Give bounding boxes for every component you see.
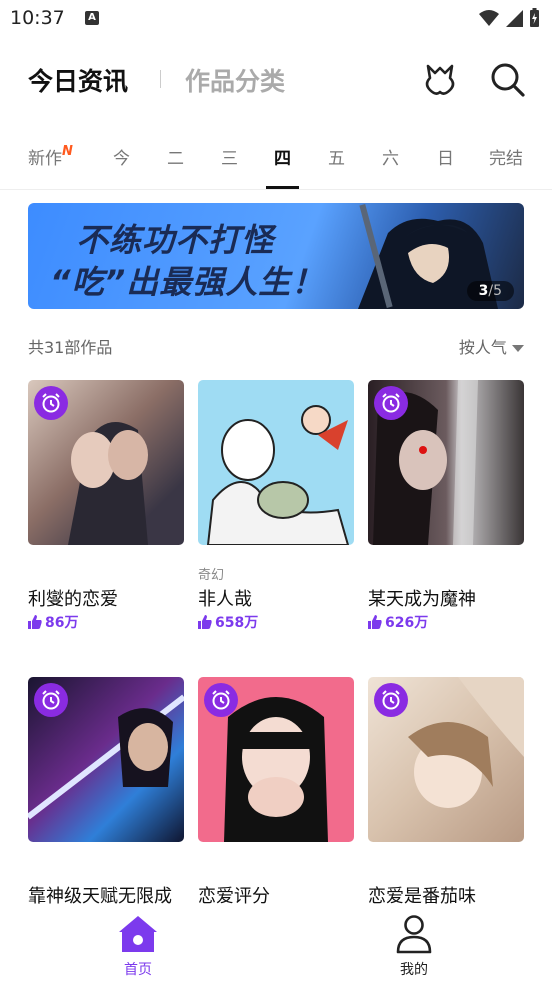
day-tabs: 新作N 今 二 三 四 五 六 日 完结 xyxy=(0,124,552,190)
status-bar: 10:37 A xyxy=(0,0,552,36)
tab-day-active[interactable]: 四 xyxy=(274,144,291,169)
banner-total: 5 xyxy=(493,283,502,299)
badge-icon[interactable] xyxy=(420,60,460,100)
comic-title: 非人哉 xyxy=(198,589,252,610)
comic-card[interactable]: 恋爱评分 xyxy=(198,677,354,907)
comic-cover[interactable] xyxy=(28,380,184,545)
sort-label: 按人气 xyxy=(458,338,507,357)
comic-cover[interactable] xyxy=(368,380,524,545)
banner-headline-2: “吃”出最强人生！ xyxy=(50,263,325,301)
caret-down-icon xyxy=(512,344,524,352)
tab-divider xyxy=(160,70,161,88)
search-icon[interactable] xyxy=(488,60,528,100)
status-time: 10:37 xyxy=(10,7,65,29)
nav-me-label: 我的 xyxy=(400,962,428,978)
comic-cover[interactable] xyxy=(198,677,354,842)
tab-day[interactable]: 三 xyxy=(221,144,238,169)
promo-banner[interactable]: 不练功不打怪 “吃”出最强人生！ 3/5 xyxy=(28,203,524,309)
comic-card[interactable]: 利燮的恋爱 86万 xyxy=(28,380,184,640)
comic-likes: 86万 xyxy=(28,612,78,632)
active-tab-underline xyxy=(266,186,299,189)
tab-day[interactable]: 六 xyxy=(382,144,399,169)
nav-me[interactable]: 我的 xyxy=(374,914,454,979)
comic-title: 恋爱评分 xyxy=(198,886,270,907)
comic-card[interactable]: 恋爱是番茄味 xyxy=(368,677,524,907)
home-icon xyxy=(119,916,157,952)
alarm-icon xyxy=(374,386,408,420)
thumbs-up-icon xyxy=(198,615,212,629)
cover-art xyxy=(206,405,350,545)
comic-card[interactable]: 靠神级天赋无限成 xyxy=(28,677,184,907)
comic-likes: 658万 xyxy=(198,612,258,632)
comic-card[interactable]: 某天成为魔神 626万 xyxy=(368,380,524,640)
tab-today-news[interactable]: 今日资讯 xyxy=(28,62,128,98)
alarm-icon xyxy=(34,386,68,420)
alarm-icon xyxy=(204,683,238,717)
comic-card[interactable]: 奇幻 非人哉 658万 xyxy=(198,380,354,640)
comic-title: 靠神级天赋无限成 xyxy=(28,886,172,907)
tab-day[interactable]: 今 xyxy=(113,144,130,169)
notification-icon: A xyxy=(85,11,99,25)
status-icons xyxy=(479,8,540,28)
signal-icon xyxy=(506,10,523,27)
comic-title: 某天成为魔神 xyxy=(368,589,476,610)
new-badge: N xyxy=(62,144,73,159)
alarm-icon xyxy=(34,683,68,717)
tab-day[interactable]: 五 xyxy=(328,144,345,169)
tab-day[interactable]: 二 xyxy=(167,144,184,169)
comic-cover[interactable] xyxy=(28,677,184,842)
sort-dropdown[interactable]: 按人气 xyxy=(459,334,524,358)
comic-title: 恋爱是番茄味 xyxy=(368,886,476,907)
user-icon xyxy=(396,915,432,954)
tab-completed[interactable]: 完结 xyxy=(489,144,523,169)
tab-new[interactable]: 新作N xyxy=(28,144,73,169)
comic-likes-count: 626万 xyxy=(385,615,429,631)
nav-home[interactable]: 首页 xyxy=(98,914,178,979)
tab-day[interactable]: 日 xyxy=(437,144,454,169)
comic-cover[interactable] xyxy=(198,380,354,545)
list-bar: 共31部作品 按人气 xyxy=(28,334,524,358)
banner-current: 3 xyxy=(478,283,489,299)
bottom-nav: 首页 我的 xyxy=(0,908,552,983)
comic-cover[interactable] xyxy=(368,677,524,842)
banner-page-indicator: 3/5 xyxy=(466,281,514,301)
comic-likes-count: 86万 xyxy=(45,615,79,631)
wifi-icon xyxy=(479,10,499,26)
comic-likes-count: 658万 xyxy=(215,615,259,631)
top-header: 今日资讯 作品分类 xyxy=(0,56,552,104)
banner-headline-1: 不练功不打怪 xyxy=(76,221,275,259)
thumbs-up-icon xyxy=(28,615,42,629)
comic-count: 共31部作品 xyxy=(28,338,113,357)
comic-genre: 奇幻 xyxy=(198,568,225,583)
nav-home-label: 首页 xyxy=(124,962,152,978)
alarm-icon xyxy=(374,683,408,717)
comic-likes: 626万 xyxy=(368,612,428,632)
comic-title: 利燮的恋爱 xyxy=(28,589,118,610)
tab-categories[interactable]: 作品分类 xyxy=(185,62,285,98)
battery-icon xyxy=(530,8,539,27)
tab-new-label: 新作 xyxy=(28,149,62,169)
thumbs-up-icon xyxy=(368,615,382,629)
